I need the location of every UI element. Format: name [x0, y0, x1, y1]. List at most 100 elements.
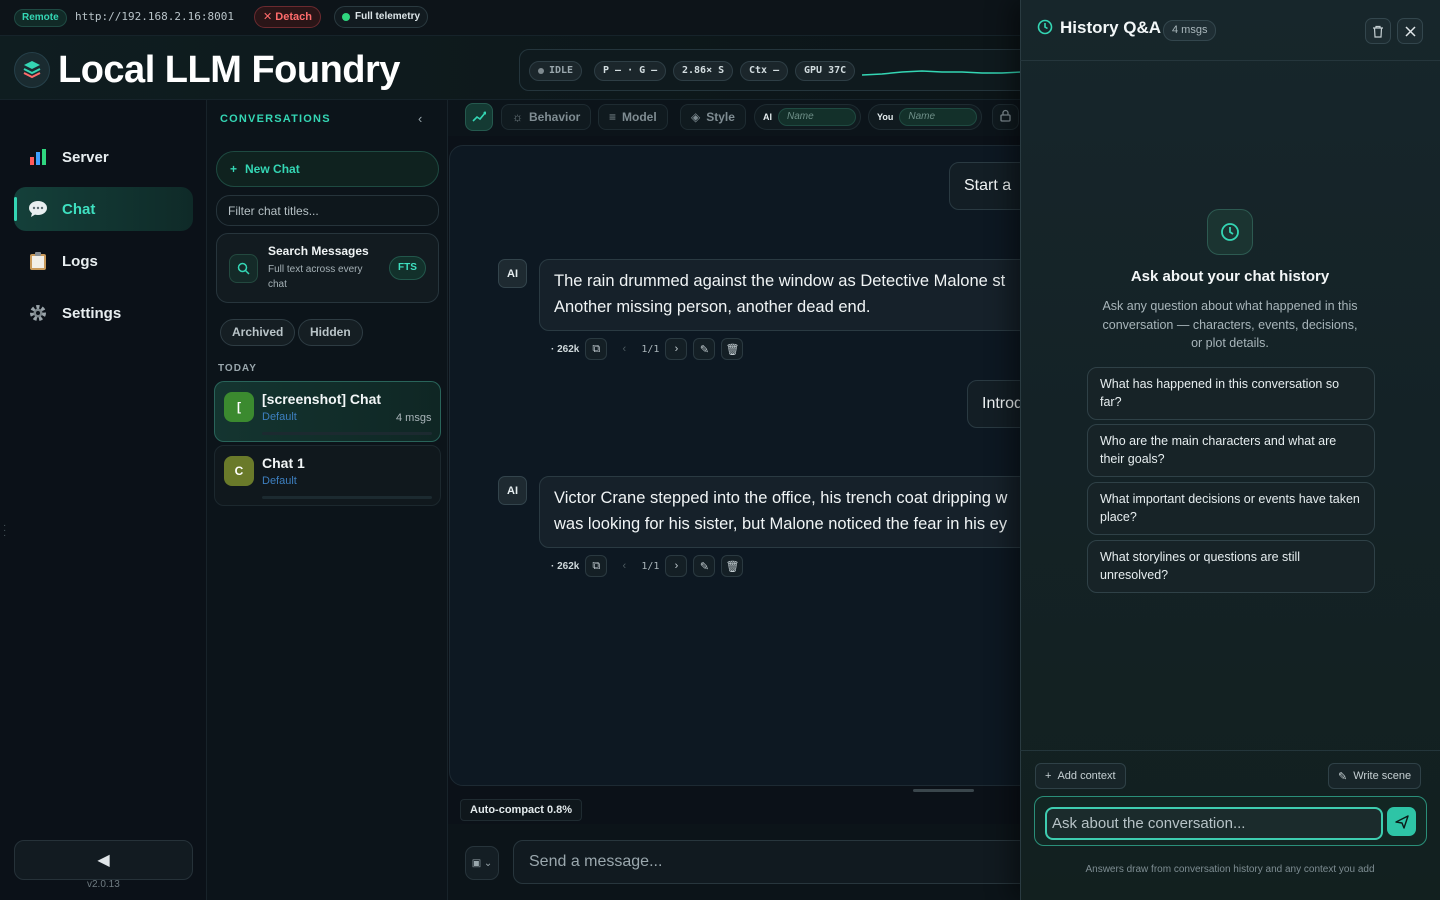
detach-button[interactable]: ✕ Detach: [254, 6, 321, 28]
suggested-question[interactable]: What has happened in this conversation s…: [1087, 367, 1375, 420]
nav-item-server[interactable]: Server: [14, 135, 193, 179]
copy-icon[interactable]: ⧉: [585, 555, 608, 577]
pencil-icon: ✎: [1338, 770, 1348, 783]
add-context-label: Add context: [1057, 770, 1116, 782]
sun-icon: ☼: [512, 110, 523, 124]
nav-item-settings[interactable]: Settings: [14, 291, 193, 335]
list-icon: ≡: [609, 110, 617, 124]
gear-icon: [28, 303, 48, 323]
attach-icon[interactable]: ▣ ⌄: [465, 846, 499, 880]
you-name-input[interactable]: Name: [899, 108, 978, 126]
chevron-right-icon[interactable]: ›: [665, 555, 688, 577]
new-chat-label: New Chat: [245, 162, 300, 176]
trash-icon[interactable]: 🗑: [721, 555, 744, 577]
behavior-button[interactable]: ☼ Behavior: [501, 104, 592, 130]
behavior-label: Behavior: [529, 110, 581, 124]
chevron-left-icon[interactable]: ‹: [418, 111, 422, 126]
chat-progress-bar: [262, 496, 432, 499]
send-icon[interactable]: [1387, 807, 1416, 836]
lock-icon: [1000, 109, 1011, 125]
chevron-left-icon[interactable]: ‹: [613, 555, 635, 577]
today-group-label: TODAY: [218, 363, 257, 374]
close-icon: ✕: [263, 11, 273, 23]
message-input[interactable]: [513, 840, 1033, 884]
gpu-temp-chip: GPU 37C: [795, 61, 856, 81]
search-messages-title: Search Messages: [268, 244, 369, 258]
model-button[interactable]: ≡ Model: [598, 104, 668, 130]
chat-persona: Default: [262, 475, 297, 487]
message-actions: · 262k ⧉ ‹ 1/1 › ✎ 🗑: [551, 555, 744, 577]
drawer-footnote: Answers draw from conversation history a…: [1085, 864, 1375, 875]
status-state: IDLE: [549, 65, 574, 76]
drag-handle-icon[interactable]: · · ·: [3, 521, 7, 543]
write-scene-button[interactable]: ✎ Write scene: [1328, 763, 1422, 789]
fts-badge: FTS: [389, 256, 426, 280]
nav-item-logs[interactable]: Logs: [14, 239, 193, 283]
collapse-sidebar-button[interactable]: ◀: [14, 840, 193, 880]
suggested-question[interactable]: Who are the main characters and what are…: [1087, 424, 1375, 477]
empty-state-title: Ask about your chat history: [1130, 268, 1330, 285]
ai-avatar: AI: [498, 259, 527, 288]
app-logo-icon: [14, 52, 50, 88]
style-button[interactable]: ◈ Style: [680, 104, 746, 130]
variant-page: 1/1: [641, 343, 660, 355]
lock-button[interactable]: [992, 104, 1019, 130]
suggested-question[interactable]: What storylines or questions are still u…: [1087, 540, 1375, 593]
plus-icon: +: [230, 162, 238, 176]
status-dot-icon: [342, 13, 350, 21]
ai-message-line: Victor Crane stepped into the office, hi…: [554, 489, 1008, 507]
telemetry-toggle[interactable]: Full telemetry: [334, 6, 429, 28]
write-scene-label: Write scene: [1353, 770, 1412, 782]
speech-bubble-icon: [28, 199, 48, 219]
style-label: Style: [706, 110, 735, 124]
gpu-sparkline: [862, 70, 1022, 76]
ai-message: The rain drummed against the window as D…: [539, 259, 1039, 331]
clipboard-icon: [28, 251, 48, 271]
status-dot-icon: [538, 68, 544, 74]
drawer-title: History Q&A: [1060, 18, 1162, 37]
chat-list-item[interactable]: [ [screenshot] Chat Default 4 msgs: [214, 381, 441, 442]
search-messages-desc: Full text across every chat: [268, 264, 363, 290]
message-actions: · 262k ⧉ ‹ 1/1 › ✎ 🗑: [551, 338, 744, 360]
prompt-gen-chip: P — · G —: [594, 61, 667, 81]
ai-message-line: Another missing person, another dead end…: [554, 298, 871, 316]
close-icon[interactable]: [1397, 18, 1423, 44]
you-name-label: You: [877, 112, 894, 122]
chevron-left-icon[interactable]: ‹: [613, 338, 635, 360]
chat-list-item[interactable]: C Chat 1 Default: [214, 445, 441, 506]
scrollbar[interactable]: [913, 789, 974, 792]
nav-label: Chat: [62, 200, 96, 218]
bar-chart-icon: [28, 147, 48, 167]
app-version: v2.0.13: [87, 879, 120, 890]
chat-messages-pane: [449, 145, 1039, 786]
ask-history-input[interactable]: [1045, 807, 1383, 840]
you-name-field: You Name: [868, 104, 983, 130]
ai-name-input[interactable]: Name: [778, 108, 856, 126]
remote-badge: Remote: [14, 9, 67, 27]
token-count: · 262k: [551, 560, 580, 572]
chevron-right-icon[interactable]: ›: [665, 338, 688, 360]
ai-avatar: AI: [498, 476, 527, 505]
detach-label: Detach: [275, 11, 312, 23]
archived-filter-button[interactable]: Archived: [220, 319, 296, 346]
nav-label: Logs: [62, 252, 98, 270]
edit-icon[interactable]: ✎: [693, 338, 716, 360]
edit-icon[interactable]: ✎: [693, 555, 716, 577]
trash-icon[interactable]: 🗑: [721, 338, 744, 360]
hidden-filter-button[interactable]: Hidden: [298, 319, 363, 346]
layers-icon: ◈: [691, 110, 701, 124]
trend-icon[interactable]: [465, 103, 493, 131]
filter-chat-input[interactable]: [216, 195, 439, 226]
copy-icon[interactable]: ⧉: [585, 338, 608, 360]
suggested-question[interactable]: What important decisions or events have …: [1087, 482, 1375, 535]
status-idle-chip: IDLE: [529, 61, 583, 81]
nav-label: Settings: [62, 304, 122, 322]
trash-icon[interactable]: [1365, 18, 1391, 44]
plus-icon: +: [1045, 770, 1052, 782]
new-chat-button[interactable]: + New Chat: [216, 151, 439, 187]
server-address: http://192.168.2.16:8001: [75, 10, 234, 23]
nav-item-chat[interactable]: Chat: [14, 187, 193, 231]
chat-persona: Default: [262, 411, 297, 423]
add-context-button[interactable]: + Add context: [1035, 763, 1126, 789]
nav-label: Server: [62, 148, 109, 166]
